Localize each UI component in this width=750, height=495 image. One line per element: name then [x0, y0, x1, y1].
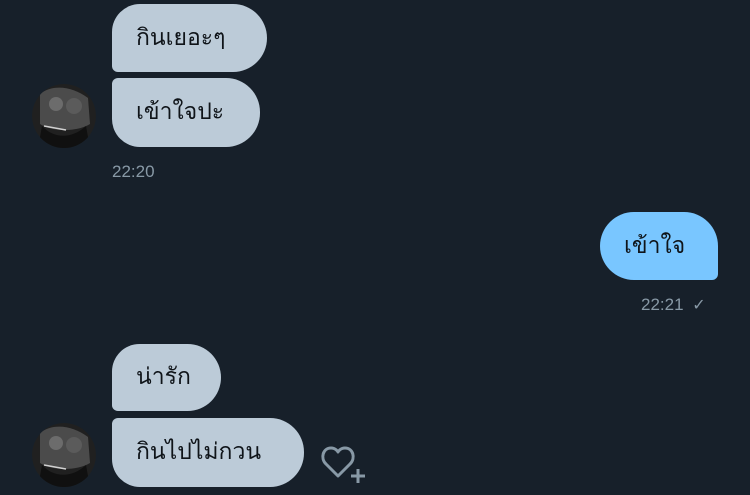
timestamp-text: 22:21: [641, 295, 684, 314]
message-bubble-incoming-4[interactable]: กินไปไม่กวน: [112, 418, 304, 487]
timestamp: 22:20: [112, 162, 155, 181]
avatar[interactable]: [32, 423, 96, 487]
message-text: กินเยอะๆ: [136, 24, 226, 51]
avatar-image: [32, 84, 96, 148]
message-text: เข้าใจปะ: [136, 99, 225, 125]
checkmark-icon: ✓: [692, 297, 706, 314]
avatar[interactable]: [32, 84, 96, 148]
message-text: เข้าใจ: [624, 232, 686, 259]
message-bubble-incoming-2[interactable]: เข้าใจปะ: [112, 78, 260, 147]
message-bubble-incoming-3[interactable]: น่ารัก: [112, 344, 221, 411]
timestamp: 22:21 ✓: [641, 295, 706, 315]
avatar-image: [32, 423, 96, 487]
message-bubble-incoming-1[interactable]: กินเยอะๆ: [112, 4, 267, 72]
message-text: น่ารัก: [136, 364, 191, 390]
message-text: กินไปไม่กวน: [136, 439, 262, 465]
heart-plus-icon[interactable]: [320, 441, 368, 487]
message-bubble-outgoing-1[interactable]: เข้าใจ: [600, 212, 718, 280]
